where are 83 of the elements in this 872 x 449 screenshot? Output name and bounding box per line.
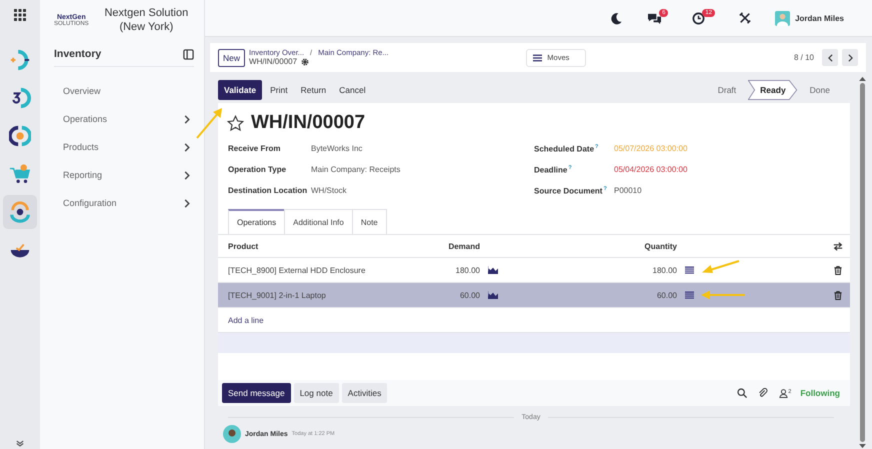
field-label: Scheduled Date$^{?}$ xyxy=(534,144,600,154)
quantity-cell-text: 180.00 xyxy=(652,266,677,274)
help-tooltip-mark[interactable]: ? xyxy=(568,164,572,171)
field-label: Source Document$^{?}$ xyxy=(534,186,608,196)
field-label: Operation Type xyxy=(228,165,288,174)
trash-icon[interactable] xyxy=(834,290,842,300)
chevron-right-icon xyxy=(848,54,852,62)
field-value[interactable]: P00010 xyxy=(614,186,642,195)
scroll-up-icon[interactable] xyxy=(858,76,866,81)
status-step[interactable]: Done xyxy=(798,80,842,100)
tools-icon[interactable] xyxy=(739,12,752,24)
status-step[interactable]: Ready xyxy=(748,80,798,100)
tab[interactable]: Operations xyxy=(228,209,286,234)
menu-item[interactable]: Overview xyxy=(63,77,190,105)
sidebar-toggle-icon[interactable] xyxy=(183,48,194,60)
chatter-button[interactable]: Send message xyxy=(222,383,291,403)
column-settings-icon[interactable] xyxy=(833,242,843,250)
user-name[interactable]: Jordan Miles xyxy=(795,14,844,22)
chatter-button[interactable]: Activities xyxy=(342,383,388,403)
action-button[interactable]: Validate xyxy=(218,80,262,100)
help-tooltip-mark[interactable]: ? xyxy=(595,144,598,150)
chat-icon[interactable] xyxy=(647,12,662,24)
record-title: WH/IN/00007 xyxy=(251,112,366,134)
chatter-button[interactable]: Log note xyxy=(294,383,339,403)
menu-item[interactable]: Configuration xyxy=(63,189,190,217)
app-grid-icon[interactable] xyxy=(14,9,26,21)
table-row[interactable]: [TECH_9001] 2-in-1 Laptop 60.00 60.00 xyxy=(218,282,850,307)
paperclip-icon[interactable] xyxy=(758,388,768,398)
quantity-cell-text: 60.00 xyxy=(656,290,677,300)
add-line-link[interactable]: Add a line xyxy=(228,316,264,324)
menu-icon xyxy=(533,54,542,62)
field-value[interactable]: Main Company: Receipts xyxy=(311,165,400,174)
column-header[interactable]: Demand xyxy=(418,242,480,250)
cart-icon[interactable] xyxy=(9,163,31,185)
annotation-arrow xyxy=(195,106,225,140)
tab[interactable]: Note xyxy=(352,209,387,234)
forecast-chart-icon[interactable] xyxy=(488,266,498,274)
annotation-arrow xyxy=(700,290,746,300)
field-value[interactable]: 05/04/2026 03:00:00 xyxy=(614,165,688,174)
status-step[interactable]: Draft xyxy=(706,80,748,100)
clock-icon[interactable] xyxy=(692,12,706,24)
scroll-down-icon[interactable] xyxy=(858,444,866,449)
list-icon[interactable] xyxy=(685,266,694,274)
search-icon[interactable] xyxy=(737,388,748,398)
field-label: Deadline$^{?}$ xyxy=(534,164,573,174)
gear-icon[interactable] xyxy=(301,58,310,66)
trash-icon[interactable] xyxy=(834,266,842,274)
moon-icon[interactable] xyxy=(610,12,624,24)
new-button[interactable]: New xyxy=(218,48,246,66)
previous-button[interactable] xyxy=(822,49,838,66)
field-value[interactable]: ByteWorks Inc xyxy=(311,144,362,153)
chevron-down-icon[interactable] xyxy=(16,440,24,447)
record-name: WH/IN/00007 xyxy=(249,57,298,68)
menu-item[interactable]: Reporting xyxy=(63,161,190,189)
app-title: Inventory xyxy=(54,48,102,60)
star-icon[interactable] xyxy=(227,114,244,132)
scrollbar[interactable] xyxy=(858,76,866,449)
chevron-left-icon xyxy=(828,54,832,62)
help-tooltip-mark[interactable]: ? xyxy=(603,186,607,192)
action-button[interactable]: Print xyxy=(265,80,293,100)
pager: 8 / 10 xyxy=(794,53,814,62)
app-icon[interactable] xyxy=(3,195,37,229)
product-cell-text: [TECH_9001] 2-in-1 Laptop xyxy=(228,290,327,300)
field-label: Receive From xyxy=(228,144,282,153)
column-header[interactable]: Quantity xyxy=(502,242,677,250)
list-icon[interactable] xyxy=(685,291,694,299)
menu-item[interactable]: Operations xyxy=(63,105,190,133)
product-cell-text: [TECH_8900] External HDD Enclosure xyxy=(228,266,366,274)
avatar-icon xyxy=(223,425,241,443)
action-button[interactable]: Return xyxy=(296,80,332,100)
menu-item[interactable]: Products xyxy=(63,133,190,161)
demand-cell-text: 180.00 xyxy=(454,266,480,274)
field-value[interactable]: WH/Stock xyxy=(311,186,347,195)
demand-cell-text: 60.00 xyxy=(458,290,480,300)
company-name: Nextgen Solution (New York) xyxy=(103,6,190,34)
column-header[interactable]: Product xyxy=(228,242,418,250)
followers-button[interactable]: 2 xyxy=(779,388,792,398)
forecast-chart-icon[interactable] xyxy=(488,291,498,299)
annotation-arrow xyxy=(701,259,741,275)
app-icon[interactable] xyxy=(9,125,31,147)
field-label: Destination Location xyxy=(228,186,308,195)
next-button[interactable] xyxy=(842,49,858,66)
action-button[interactable]: Cancel xyxy=(334,80,371,100)
